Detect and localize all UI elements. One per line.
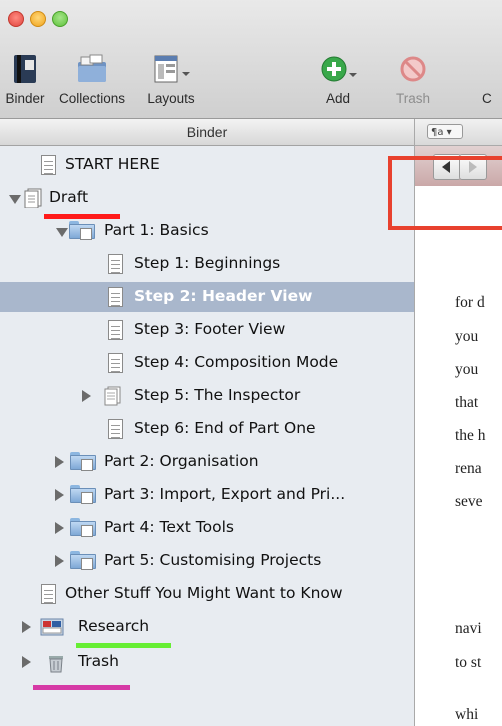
compile-toolbar-button[interactable]: C [482,52,502,106]
binder-item-step-3[interactable]: Step 3: Footer View [0,315,414,345]
binder-header: Binder [0,119,414,146]
binder-item-step-5[interactable]: Step 5: The Inspector [0,381,414,411]
editor-text-line: to st [455,654,482,671]
binder-item-step-6[interactable]: Step 6: End of Part One [0,414,414,444]
trash-toolbar-button[interactable]: Trash [388,52,438,106]
editor-text-line: seve [455,493,483,510]
document-icon [108,419,123,439]
disclosure-open-icon[interactable] [9,195,21,204]
folder-icon [69,221,95,240]
document-icon [41,155,56,175]
draft-folder-icon [24,188,46,212]
editor-text-line: for d [455,294,485,311]
binder-item-start-here[interactable]: START HERE [0,150,414,180]
paragraph-style-button[interactable]: ¶a ▾ [427,124,463,139]
red-highlight-box [388,156,502,230]
disclosure-closed-icon[interactable] [82,390,91,402]
folder-icon [70,452,96,471]
binder-item-step-2[interactable]: Step 2: Header View [0,282,414,312]
disclosure-closed-icon[interactable] [55,456,64,468]
folder-icon [70,485,96,504]
editor-text-line: you [455,361,479,378]
disclosure-closed-icon[interactable] [55,555,64,567]
minimize-window-button[interactable] [30,11,46,27]
document-icon [108,287,123,307]
add-icon [312,52,364,86]
disclosure-open-icon[interactable] [56,228,68,237]
document-icon [108,353,123,373]
binder-item-trash[interactable]: Trash [0,647,414,677]
document-stack-icon [103,386,123,410]
disclosure-closed-icon[interactable] [55,489,64,501]
disclosure-closed-icon[interactable] [55,522,64,534]
editor-text-line: that [455,394,479,411]
zoom-window-button[interactable] [52,11,68,27]
binder-item-part-5[interactable]: Part 5: Customising Projects [0,546,414,576]
binder-icon [2,52,48,86]
trash-can-icon [46,652,66,678]
folder-icon [70,518,96,537]
binder-item-draft[interactable]: Draft [0,183,414,213]
layouts-toolbar-button[interactable]: Layouts [137,52,205,106]
document-icon [41,584,56,604]
binder-item-step-1[interactable]: Step 1: Beginnings [0,249,414,279]
document-icon [108,320,123,340]
editor-text-line: the h [455,427,486,444]
binder-panel: Binder START HERE Draft Part 1: Basics S… [0,119,415,726]
research-folder-icon [40,617,66,641]
binder-toolbar-button[interactable]: Binder [2,52,48,106]
add-toolbar-button[interactable]: Add [312,52,364,106]
toolbar: Binder Collections Layouts Add Trash C [0,0,502,119]
scrivener-window: Binder Collections Layouts Add Trash C B… [0,0,502,726]
folder-icon [70,551,96,570]
collections-toolbar-button[interactable]: Collections [52,52,132,106]
disclosure-closed-icon[interactable] [22,656,31,668]
layouts-icon [137,52,205,86]
magenta-highlight-marker [33,685,130,690]
editor-text-line: whi [455,706,479,723]
binder-item-part-4[interactable]: Part 4: Text Tools [0,513,414,543]
editor-text-line: you [455,328,479,345]
close-window-button[interactable] [8,11,24,27]
disclosure-closed-icon[interactable] [22,621,31,633]
binder-item-other-stuff[interactable]: Other Stuff You Might Want to Know [0,579,414,609]
binder-item-part-3[interactable]: Part 3: Import, Export and Pri... [0,480,414,510]
binder-item-research[interactable]: Research [0,612,414,642]
editor-text-line: rena [455,460,482,477]
binder-item-step-4[interactable]: Step 4: Composition Mode [0,348,414,378]
document-icon [108,254,123,274]
binder-item-part-1[interactable]: Part 1: Basics [0,216,414,246]
format-bar: ¶a ▾ [415,119,502,146]
trash-no-entry-icon [388,52,438,86]
editor-text-line: navi [455,620,482,637]
binder-item-part-2[interactable]: Part 2: Organisation [0,447,414,477]
collections-icon [52,52,132,86]
